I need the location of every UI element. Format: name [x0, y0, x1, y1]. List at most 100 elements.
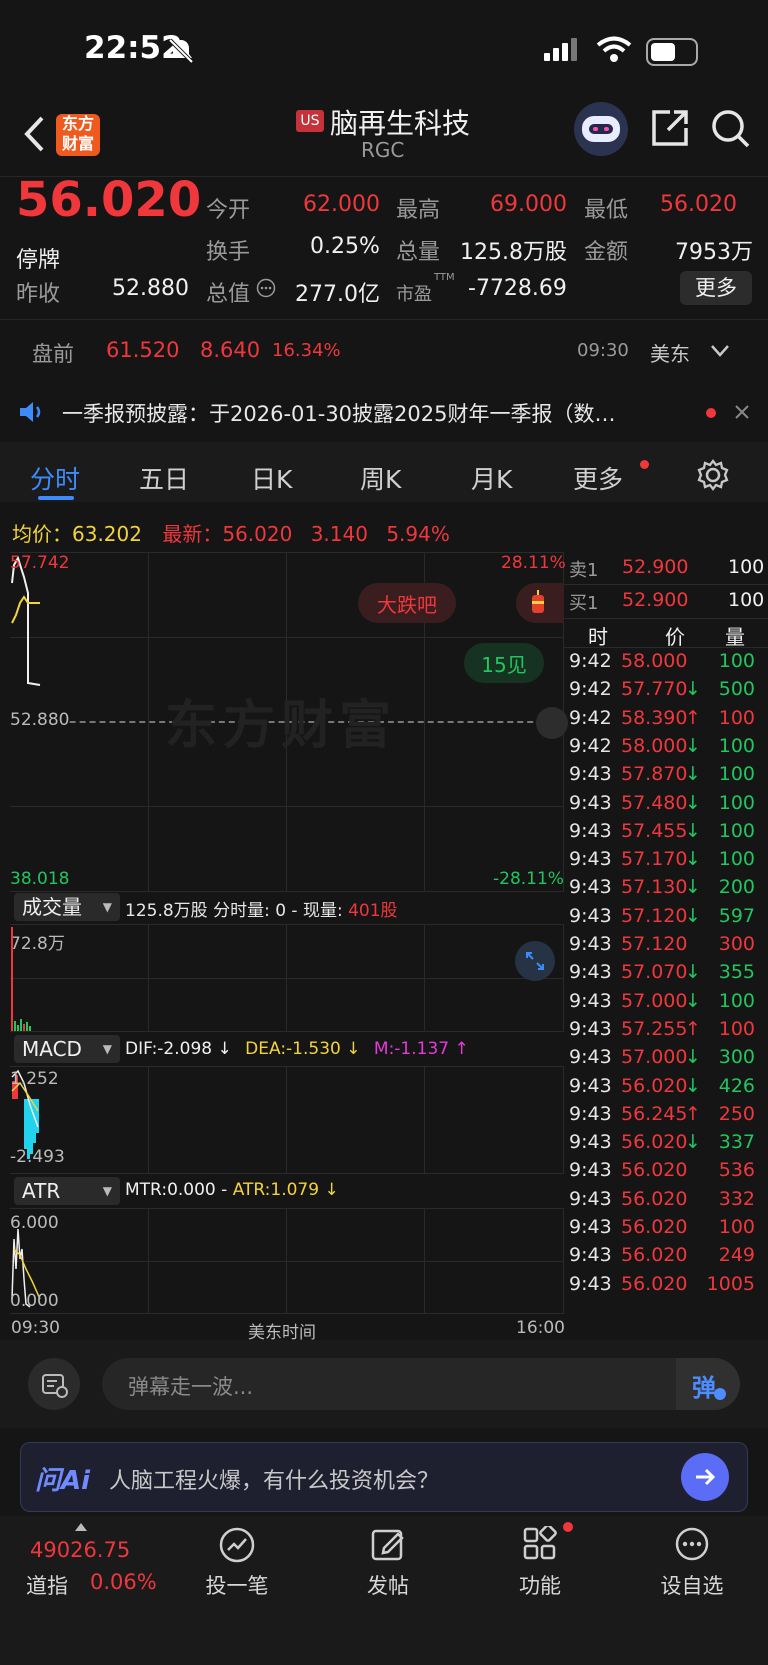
trend-icon[interactable] — [218, 1526, 256, 1564]
axis-price-bottom: 38.018 — [10, 869, 70, 889]
volume-chart[interactable]: 72.8万 — [10, 924, 564, 1032]
trade-price: 56.020 — [621, 1074, 688, 1097]
trade-row: 9:43 56.020 536 — [563, 1159, 763, 1189]
atr-indicator-select[interactable]: ATR ▼ — [14, 1177, 120, 1205]
trade-price: 56.020 — [621, 1216, 688, 1238]
danmaku-input[interactable]: 弹幕走一波... 弹 — [102, 1358, 740, 1410]
trade-qty: 100 — [718, 650, 755, 672]
chevron-down-icon[interactable] — [710, 344, 730, 358]
trade-arrow: ↑ — [685, 706, 701, 729]
nav-post[interactable]: 发帖 — [341, 1570, 435, 1600]
index-name[interactable]: 道指 — [26, 1570, 68, 1600]
dropdown-caret-icon: ▼ — [102, 1184, 112, 1198]
trade-qty: 337 — [718, 1131, 755, 1154]
ai-prompt-bar[interactable]: 问Ai 人脑工程火爆，有什么投资机会？ — [20, 1442, 748, 1512]
divider — [563, 618, 768, 619]
notice-bar[interactable]: 一季报预披露：于2026-01-30披露2025财年一季报（数… — [0, 382, 768, 442]
trade-arrow: ↓ — [685, 961, 701, 984]
ai-assistant-avatar[interactable] — [574, 102, 628, 156]
trade-arrow: ↓ — [685, 848, 701, 871]
macd-chart[interactable]: 1.252 -2.493 — [10, 1066, 564, 1174]
trade-price: 56.020 — [621, 1272, 688, 1295]
info-dots-icon[interactable] — [256, 278, 276, 298]
tab-daily-k[interactable]: 日K — [251, 460, 292, 496]
check-badge-icon — [714, 1388, 726, 1400]
danmaku-send-button[interactable]: 弹 — [676, 1358, 740, 1410]
atr-chart[interactable]: 6.000 0.000 — [10, 1208, 564, 1314]
axis-pct-top: 28.11% — [501, 553, 566, 573]
volume-indicator-label: 成交量 — [22, 895, 82, 919]
trade-price: 58.000 — [621, 734, 688, 757]
share-icon[interactable] — [650, 108, 690, 148]
trade-time: 9:42 — [569, 678, 612, 701]
macd-axis-top: 1.252 — [10, 1069, 59, 1089]
axis-price-top: 57.742 — [10, 553, 70, 573]
trade-qty: 200 — [718, 876, 755, 899]
expand-icon — [526, 952, 544, 970]
trade-list[interactable]: 9:42 58.000 100 9:42 57.770 ↓ 500 9:42 58.390 ↑ 10… — [563, 650, 768, 1340]
trade-price: 57.770 — [621, 678, 688, 701]
arrow-right-icon — [696, 1468, 716, 1486]
bubble-sell[interactable]: 大跌吧 — [358, 583, 456, 623]
more-button[interactable]: 更多 — [680, 271, 752, 305]
trade-time: 9:42 — [569, 706, 612, 729]
price-chart[interactable]: 东方财富 57.742 52.880 38.018 28.11% -28.11%… — [10, 552, 568, 892]
premarket-row[interactable]: 盘前 61.520 8.640 16.34% 09:30 美东 — [0, 320, 768, 382]
trade-qty: 100 — [718, 848, 755, 871]
buy1-label: 买1 — [569, 593, 599, 614]
buy1-price: 52.900 — [622, 589, 689, 611]
nav-functions[interactable]: 功能 — [493, 1570, 587, 1600]
trade-time: 9:43 — [569, 933, 612, 955]
trade-qty: 426 — [718, 1074, 755, 1097]
ai-send-button[interactable] — [681, 1453, 729, 1501]
low-label: 最低 — [584, 198, 629, 223]
bubble-buy[interactable]: 15见 — [464, 643, 544, 683]
ai-prompt-text: 人脑工程火爆，有什么投资机会？ — [109, 1469, 440, 1494]
trade-time: 9:43 — [569, 763, 612, 786]
index-value[interactable]: 49026.75 — [30, 1538, 130, 1562]
nav-invest[interactable]: 投一笔 — [190, 1570, 284, 1600]
grid-h — [10, 637, 563, 638]
cellular-signal-icon — [544, 38, 577, 61]
bubble-partial[interactable] — [516, 583, 564, 623]
tab-more[interactable]: 更多 — [573, 460, 623, 496]
search-icon[interactable] — [710, 108, 752, 150]
close-icon[interactable] — [734, 404, 750, 420]
danmaku-settings-button[interactable] — [28, 1358, 80, 1410]
pe-value: -7728.69 — [468, 276, 567, 301]
trade-row: 9:43 57.120 ↓ 597 — [563, 905, 763, 935]
edit-icon[interactable] — [370, 1526, 406, 1562]
volume-indicator-select[interactable]: 成交量 ▼ — [14, 893, 120, 921]
index-pct[interactable]: 0.06% — [90, 1570, 157, 1594]
tab-monthly-k[interactable]: 月K — [471, 460, 512, 496]
premarket-label: 盘前 — [32, 342, 74, 366]
latest-value: 56.020 — [222, 522, 293, 546]
volume-summary: 125.8万股 分时量: 0 - 现量: 401股 — [125, 896, 398, 921]
trade-time: 9:43 — [569, 1046, 612, 1069]
settings-gear-icon[interactable] — [696, 458, 730, 492]
trade-qty: 100 — [718, 1017, 755, 1040]
tab-weekly-k[interactable]: 周K — [360, 460, 401, 496]
back-arrow-icon[interactable] — [22, 114, 48, 154]
brand-logo[interactable]: 东方财富 — [56, 114, 100, 156]
grid-h — [10, 1261, 563, 1262]
trade-row: 9:43 56.020 ↓ 337 — [563, 1131, 763, 1161]
nav-add-watchlist[interactable]: 设自选 — [645, 1570, 739, 1600]
grid-icon[interactable] — [522, 1526, 558, 1562]
more-icon[interactable] — [674, 1526, 710, 1562]
macd-indicator-select[interactable]: MACD ▼ — [14, 1035, 120, 1063]
trade-arrow: ↓ — [685, 1131, 701, 1154]
tab-five-day[interactable]: 五日 — [139, 460, 189, 496]
active-tab-indicator — [38, 496, 74, 500]
volume-label: 总量 — [396, 240, 441, 265]
firecracker-icon — [532, 590, 544, 613]
col-time: 时 — [588, 625, 608, 649]
trade-arrow: ↓ — [685, 678, 701, 701]
ai-logo: 问Ai — [35, 1466, 91, 1496]
danmaku-bar: 弹幕走一波... 弹 — [0, 1340, 768, 1428]
trade-time: 9:43 — [569, 1159, 612, 1182]
trade-time: 9:43 — [569, 1074, 612, 1097]
tab-intraday[interactable]: 分时 — [30, 460, 80, 496]
trade-qty: 536 — [718, 1159, 755, 1182]
expand-button[interactable] — [515, 941, 555, 981]
